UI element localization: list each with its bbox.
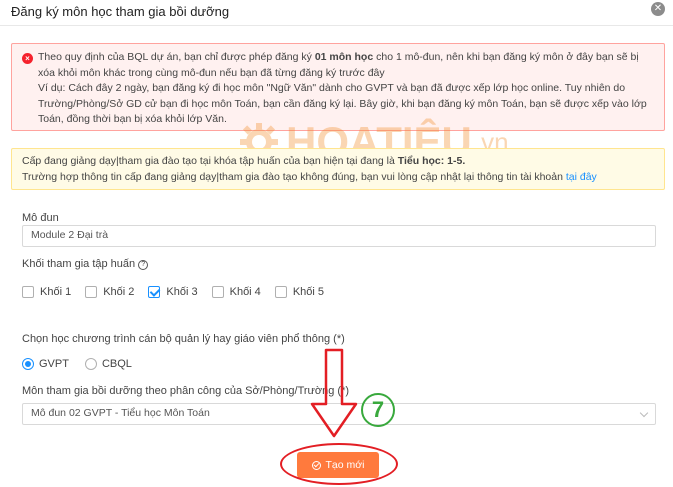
chevron-down-icon — [639, 408, 649, 418]
checkbox-box[interactable] — [274, 286, 287, 298]
info-alert: Cấp đang giảng dạy|tham gia đào tạo tại … — [11, 148, 665, 190]
info-text: Cấp đang giảng dạy|tham gia đào tạo tại … — [22, 155, 398, 167]
info-text: Trường hợp thông tin cấp đang giảng dạy|… — [22, 170, 566, 183]
grades-label-text: Khối tham gia tập huấn — [22, 258, 136, 270]
checkbox-box-checked[interactable] — [148, 286, 161, 298]
error-line-1: Theo quy định của BQL dự án, bạn chỉ đượ… — [38, 50, 654, 66]
grade-4-checkbox[interactable]: Khối 4 — [211, 286, 261, 298]
checkbox-box[interactable] — [211, 286, 224, 298]
error-line-3: Ví dụ: Cách đây 2 ngày, bạn đăng ký đi h… — [38, 82, 626, 94]
radio-unchecked[interactable] — [84, 358, 97, 370]
check-circle-icon — [311, 460, 321, 470]
checkbox-box[interactable] — [22, 286, 34, 298]
grades-checkbox-group: Khối 1 Khối 2 Khối 3 Khối 4 Khối 5 — [22, 286, 338, 298]
error-line-4: Trường/Phòng/Sở GD cử bạn đi học môn Toá… — [38, 97, 647, 110]
grade-level-text: Tiểu học: 1-5. — [397, 155, 466, 167]
close-icon[interactable]: ✕ — [651, 2, 665, 16]
subject-selected-value: Mô đun 02 GVPT - Tiểu học Môn Toán — [31, 407, 210, 419]
module-input[interactable]: Module 2 Đại trà — [22, 225, 656, 247]
step-number-badge: 7 — [361, 393, 395, 427]
create-button-label: Tạo mới — [325, 459, 365, 471]
error-text: cho 1 mô-đun, nên khi bạn đăng ký môn ở … — [373, 51, 639, 63]
grade-3-checkbox[interactable]: Khối 3 — [148, 286, 198, 298]
error-text: Theo quy định của BQL dự án, bạn chỉ đượ… — [38, 51, 315, 63]
radio-checked[interactable] — [22, 358, 34, 370]
error-alert: × Theo quy định của BQL dự án, bạn chỉ đ… — [11, 43, 665, 131]
checkbox-label: Khối 1 — [40, 286, 72, 298]
info-line-2: Trường hợp thông tin cấp đang giảng dạy|… — [22, 170, 654, 186]
radio-label: CBQL — [101, 358, 132, 370]
error-icon: × — [22, 53, 33, 64]
radio-label: GVPT — [39, 358, 69, 370]
checkbox-label: Khối 2 — [103, 286, 135, 298]
create-button[interactable]: Tạo mới — [297, 452, 379, 478]
subject-label: Môn tham gia bồi dưỡng theo phân công củ… — [22, 385, 350, 397]
grades-label: Khối tham gia tập huấn? — [22, 258, 149, 270]
update-account-link[interactable]: tại đây — [566, 171, 597, 183]
cbql-radio[interactable]: CBQL — [84, 358, 132, 370]
subject-select[interactable]: Mô đun 02 GVPT - Tiểu học Môn Toán — [22, 403, 656, 425]
error-line-2: xóa khỏi môn khác trong cùng mô-đun nếu … — [38, 66, 385, 79]
checkbox-label: Khối 5 — [292, 286, 325, 298]
module-label: Mô đun — [22, 212, 59, 224]
gvpt-radio[interactable]: GVPT — [22, 358, 69, 370]
error-bold-text: 01 môn học — [314, 51, 374, 63]
checkbox-box[interactable] — [85, 286, 98, 298]
grade-2-checkbox[interactable]: Khối 2 — [85, 286, 134, 298]
program-label: Chọn học chương trình cán bộ quản lý hay… — [22, 333, 345, 345]
info-line-1: Cấp đang giảng dạy|tham gia đào tạo tại … — [22, 154, 654, 170]
error-line-5: Toán, đồng thời bạn bị xóa khỏi lớp Văn. — [38, 113, 227, 125]
program-radio-group: GVPT CBQL — [22, 358, 148, 370]
help-icon[interactable]: ? — [138, 260, 149, 270]
checkbox-label: Khối 3 — [166, 286, 198, 298]
grade-5-checkbox[interactable]: Khối 5 — [274, 286, 325, 298]
modal-title: Đăng ký môn học tham gia bồi dưỡng — [11, 4, 230, 19]
grade-1-checkbox[interactable]: Khối 1 — [22, 286, 71, 298]
modal-header: Đăng ký môn học tham gia bồi dưỡng ✕ — [0, 0, 673, 26]
checkbox-label: Khối 4 — [229, 286, 261, 298]
